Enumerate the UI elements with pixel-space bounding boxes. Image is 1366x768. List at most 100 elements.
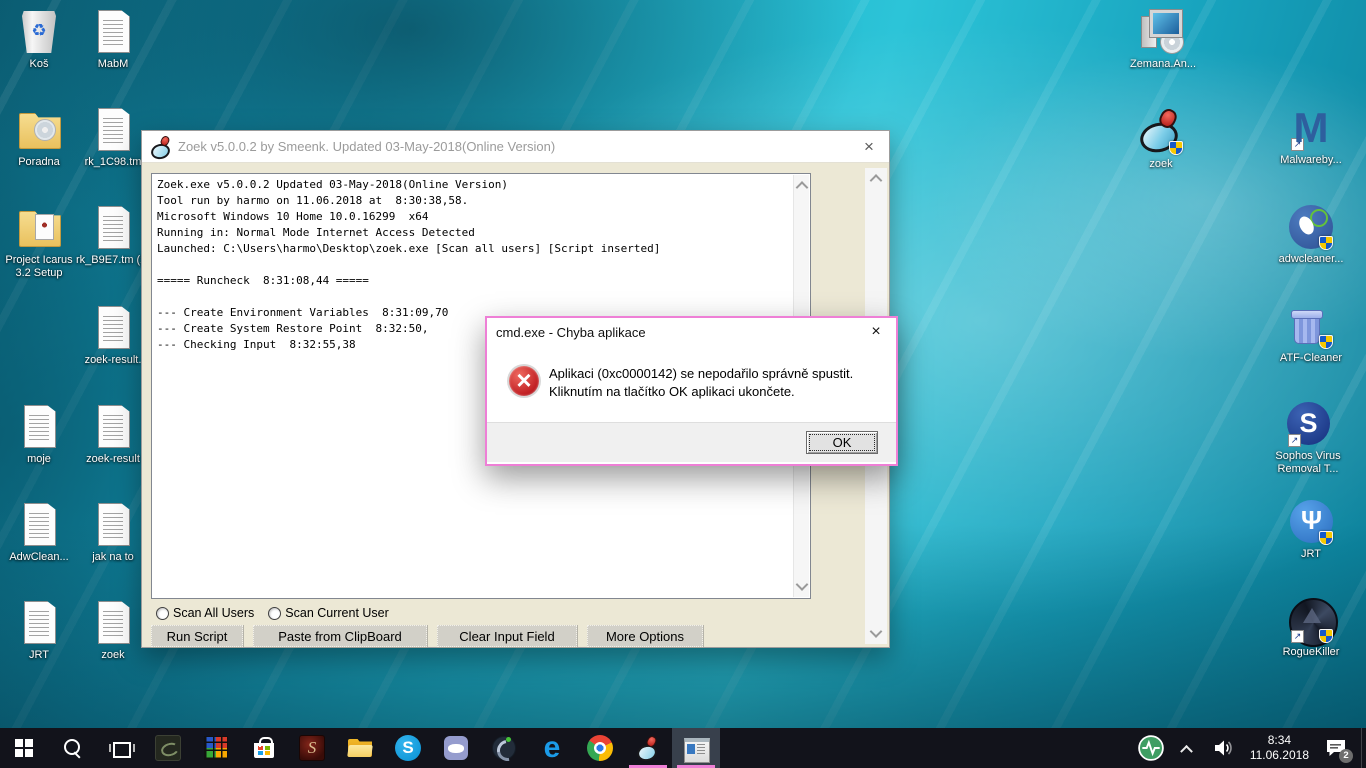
clear-input-field-button[interactable]: Clear Input Field: [437, 625, 577, 647]
desktop-icon-sophos-virus-removal-t[interactable]: Sophos Virus Removal T...: [1269, 400, 1347, 476]
desktop-icon-project-icarus-3-2-setup[interactable]: Project Icarus 3.2 Setup: [0, 204, 78, 280]
scroll-up-icon[interactable]: [870, 174, 883, 187]
desktop-icon-jrt[interactable]: JRT: [1272, 498, 1350, 561]
desktop-icon-label: RogueKiller: [1272, 646, 1350, 659]
skype-icon[interactable]: [384, 728, 432, 768]
desktop-icon-art: [1287, 302, 1335, 350]
desktop-icon-label: Poradna: [0, 156, 78, 169]
ok-button[interactable]: OK: [806, 431, 878, 454]
game-app-icon[interactable]: [288, 728, 336, 768]
console-line: Launched: C:\Users\harmo\Desktop\zoek.ex…: [157, 241, 790, 257]
task-view-icon[interactable]: [96, 728, 144, 768]
desktop-icon-art: [89, 8, 137, 56]
clock-date: 11.06.2018: [1250, 748, 1309, 763]
discord-icon[interactable]: [432, 728, 480, 768]
radio-label: Scan Current User: [285, 606, 389, 620]
desktop-wallpaper: Koš MabM Poradna rk_1C98.tm Project Icar…: [0, 0, 1366, 728]
scroll-up-icon[interactable]: [795, 181, 808, 194]
desktop-icon-adwcleaner[interactable]: adwcleaner...: [1272, 203, 1350, 266]
zoek-taskbar-icon[interactable]: [624, 728, 672, 768]
run-script-button[interactable]: Run Script: [151, 625, 243, 647]
desktop-icon-label: ATF-Cleaner: [1272, 352, 1350, 365]
desktop-icon-label: zoek: [1122, 158, 1200, 171]
radio-scan-current-user[interactable]: Scan Current User: [268, 606, 389, 620]
action-center-icon[interactable]: 2: [1323, 735, 1349, 761]
desktop-icon-label: adwcleaner...: [1272, 253, 1350, 266]
shortcut-arrow-icon: [1288, 434, 1301, 447]
start-button[interactable]: [0, 728, 48, 768]
error-dialog-title-bar[interactable]: cmd.exe - Chyba aplikace ×: [487, 318, 896, 346]
desktop-icon-art: [89, 599, 137, 647]
desktop-icon-label: MabM: [74, 58, 152, 71]
more-options-button[interactable]: More Options: [587, 625, 703, 647]
error-message: Aplikaci (0xc0000142) se nepodařilo sprá…: [549, 365, 885, 401]
desktop-icon-label: zoek: [74, 649, 152, 662]
desktop-icon-ko[interactable]: Koš: [0, 8, 78, 71]
nvidia-geforce-icon[interactable]: [144, 728, 192, 768]
desktop-icon-label: Koš: [0, 58, 78, 71]
console-line: [157, 289, 790, 305]
console-line: Running in: Normal Mode Internet Access …: [157, 225, 790, 241]
zoek-app-icon: [150, 136, 172, 158]
console-line: ===== Runcheck 8:31:08,44 =====: [157, 273, 790, 289]
shield-overlay-icon: [1319, 531, 1333, 545]
desktop-icon-label: Malwareby...: [1272, 154, 1350, 167]
show-desktop-button[interactable]: [1361, 728, 1366, 768]
console-window-taskbar-icon[interactable]: [672, 728, 720, 768]
console-line: Zoek.exe v5.0.0.2 Updated 03-May-2018(On…: [157, 177, 790, 193]
desktop-icon-label: Project Icarus 3.2 Setup: [0, 254, 78, 280]
error-dialog-footer: OK: [487, 422, 896, 462]
shortcut-arrow-icon: [1291, 138, 1304, 151]
radio-scan-all-users[interactable]: Scan All Users: [156, 606, 254, 620]
desktop-icon-moje[interactable]: moje: [0, 403, 78, 466]
chrome-icon[interactable]: [576, 728, 624, 768]
notification-badge: 2: [1339, 749, 1353, 763]
desktop-icon-art: [15, 106, 63, 154]
search-icon[interactable]: [48, 728, 96, 768]
rubiks-cube-app-icon[interactable]: [192, 728, 240, 768]
desktop-icon-art: [89, 204, 137, 252]
desktop-icon-art: [1284, 400, 1332, 448]
taskbar-apps: [0, 728, 720, 768]
desktop-icon-malwareby[interactable]: Malwareby...: [1272, 104, 1350, 167]
desktop-icon-roguekiller[interactable]: RogueKiller: [1272, 596, 1350, 659]
desktop-icon-art: [1287, 596, 1335, 644]
edge-icon[interactable]: [528, 728, 576, 768]
desktop-icon-atf-cleaner[interactable]: ATF-Cleaner: [1272, 302, 1350, 365]
microsoft-store-icon[interactable]: [240, 728, 288, 768]
error-dialog: cmd.exe - Chyba aplikace × Aplikaci (0xc…: [485, 316, 898, 466]
desktop-icon-art: [15, 403, 63, 451]
zoek-title-bar[interactable]: Zoek v5.0.0.2 by Smeenk. Updated 03-May-…: [142, 131, 889, 163]
desktop-icon-art: [15, 599, 63, 647]
zoek-window-title: Zoek v5.0.0.2 by Smeenk. Updated 03-May-…: [178, 139, 849, 154]
file-explorer-icon[interactable]: [336, 728, 384, 768]
desktop-icon-poradna[interactable]: Poradna: [0, 106, 78, 169]
desktop-icon-jrt[interactable]: JRT: [0, 599, 78, 662]
desktop-icon-art: [1287, 203, 1335, 251]
desktop-icon-art: [89, 403, 137, 451]
volume-icon[interactable]: [1210, 735, 1236, 761]
paste-from-clipboard-button[interactable]: Paste from ClipBoard: [253, 625, 427, 647]
shortcut-arrow-icon: [1291, 630, 1304, 643]
desktop-icon-mabm[interactable]: MabM: [74, 8, 152, 71]
desktop-icon-label: AdwClean...: [0, 551, 78, 564]
desktop-icon-zoek[interactable]: zoek: [1122, 108, 1200, 171]
scan-options-group: Scan All Users Scan Current User: [156, 606, 389, 620]
scroll-down-icon[interactable]: [870, 625, 883, 638]
desktop-icon-art: [89, 304, 137, 352]
swirl-app-icon[interactable]: [480, 728, 528, 768]
desktop-icon-adwclean[interactable]: AdwClean...: [0, 501, 78, 564]
desktop-icon-zemana-an[interactable]: Zemana.An...: [1124, 8, 1202, 71]
close-icon[interactable]: ×: [856, 318, 896, 346]
desktop-icon-label: JRT: [1272, 548, 1350, 561]
desktop-icon-art: [1287, 498, 1335, 546]
close-icon[interactable]: ×: [849, 131, 889, 163]
shield-overlay-icon: [1319, 629, 1333, 643]
tray-expand-chevron-icon[interactable]: [1174, 735, 1200, 761]
scroll-down-icon[interactable]: [795, 578, 808, 591]
shield-overlay-icon: [1319, 236, 1333, 250]
desktop-icon-art: [1139, 8, 1187, 56]
clock[interactable]: 8:34 11.06.2018: [1246, 733, 1313, 763]
system-monitor-tray-icon[interactable]: [1138, 735, 1164, 761]
desktop-icon-art: [15, 204, 63, 252]
